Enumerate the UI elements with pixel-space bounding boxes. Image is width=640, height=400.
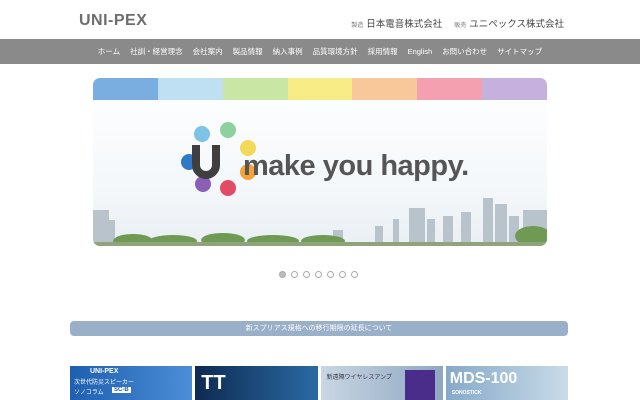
banner-mds100[interactable]: MDS-100 SONOSTICK xyxy=(445,366,568,400)
banner-sonocolumn[interactable]: UNI-PEX 次世代防災スピーカー ソノコラム SC-B xyxy=(70,366,193,400)
logo-dot xyxy=(220,122,236,138)
notice-bar[interactable]: 新スプリアス規格への移行期限の延長について xyxy=(70,321,568,336)
nav-sitemap[interactable]: サイトマップ xyxy=(492,46,547,57)
u-letter-icon xyxy=(192,145,220,179)
banner-product-name: ソノコラム xyxy=(74,390,104,396)
maker-prefix: 製造 xyxy=(351,23,364,29)
slider-pagination xyxy=(279,271,358,278)
company-credits: 製造 日本電音株式会社 販売 ユニペックス株式会社 xyxy=(351,16,564,30)
slider-dot[interactable] xyxy=(303,271,310,278)
nav-products[interactable]: 製品情報 xyxy=(228,46,268,57)
seller-name: ユニペックス株式会社 xyxy=(469,19,564,30)
nav-recruit[interactable]: 採用情報 xyxy=(363,46,403,57)
nav-company[interactable]: 会社案内 xyxy=(188,46,228,57)
banner-title: 新遠隔ワイヤレスアンプ xyxy=(326,375,392,381)
nav-quality[interactable]: 品質環境方針 xyxy=(308,46,363,57)
logo-dot xyxy=(194,126,210,142)
slider-dot[interactable] xyxy=(339,271,346,278)
nav-contact[interactable]: お問い合わせ xyxy=(437,46,492,57)
banner-model: SC-B xyxy=(112,387,131,393)
main-nav: ホーム 社訓・経営理念 会社案内 製品情報 納入事例 品質環境方針 採用情報 E… xyxy=(0,39,640,64)
banner-tt[interactable]: TT xyxy=(195,366,318,400)
banner-title: TT xyxy=(201,372,226,394)
banner-title: MDS-100 xyxy=(449,370,518,387)
logo-dot xyxy=(220,180,236,196)
nav-english[interactable]: English xyxy=(403,47,438,56)
site-header: UNI-PEX 製造 日本電音株式会社 販売 ユニペックス株式会社 xyxy=(0,0,640,39)
banner-brand: UNI-PEX xyxy=(90,368,119,375)
nav-home[interactable]: ホーム xyxy=(93,46,125,57)
banner-subtitle: SONOSTICK xyxy=(451,390,482,396)
nav-philosophy[interactable]: 社訓・経営理念 xyxy=(125,46,188,57)
amp-device-icon xyxy=(404,370,435,400)
hero-slide[interactable]: make you happy. xyxy=(93,78,547,246)
slider-dot[interactable] xyxy=(279,271,286,278)
banner-subtitle: 次世代防災スピーカー xyxy=(74,380,135,386)
slider-dot[interactable] xyxy=(351,271,358,278)
slider-dot[interactable] xyxy=(291,271,298,278)
maker-name: 日本電音株式会社 xyxy=(366,19,443,30)
product-banners: UNI-PEX 次世代防災スピーカー ソノコラム SC-B TT 新遠隔ワイヤレ… xyxy=(70,366,568,400)
maker-credit: 製造 日本電音株式会社 xyxy=(351,16,442,30)
nav-cases[interactable]: 納入事例 xyxy=(268,46,308,57)
hero-tagline: make you happy. xyxy=(243,150,469,182)
slider-dot[interactable] xyxy=(327,271,334,278)
seller-prefix: 販売 xyxy=(454,23,467,29)
banner-wireless-amp[interactable]: 新遠隔ワイヤレスアンプ xyxy=(320,366,443,400)
slider-dot[interactable] xyxy=(315,271,322,278)
seller-credit: 販売 ユニペックス株式会社 xyxy=(454,16,564,30)
company-logo[interactable]: UNI-PEX xyxy=(79,12,147,30)
